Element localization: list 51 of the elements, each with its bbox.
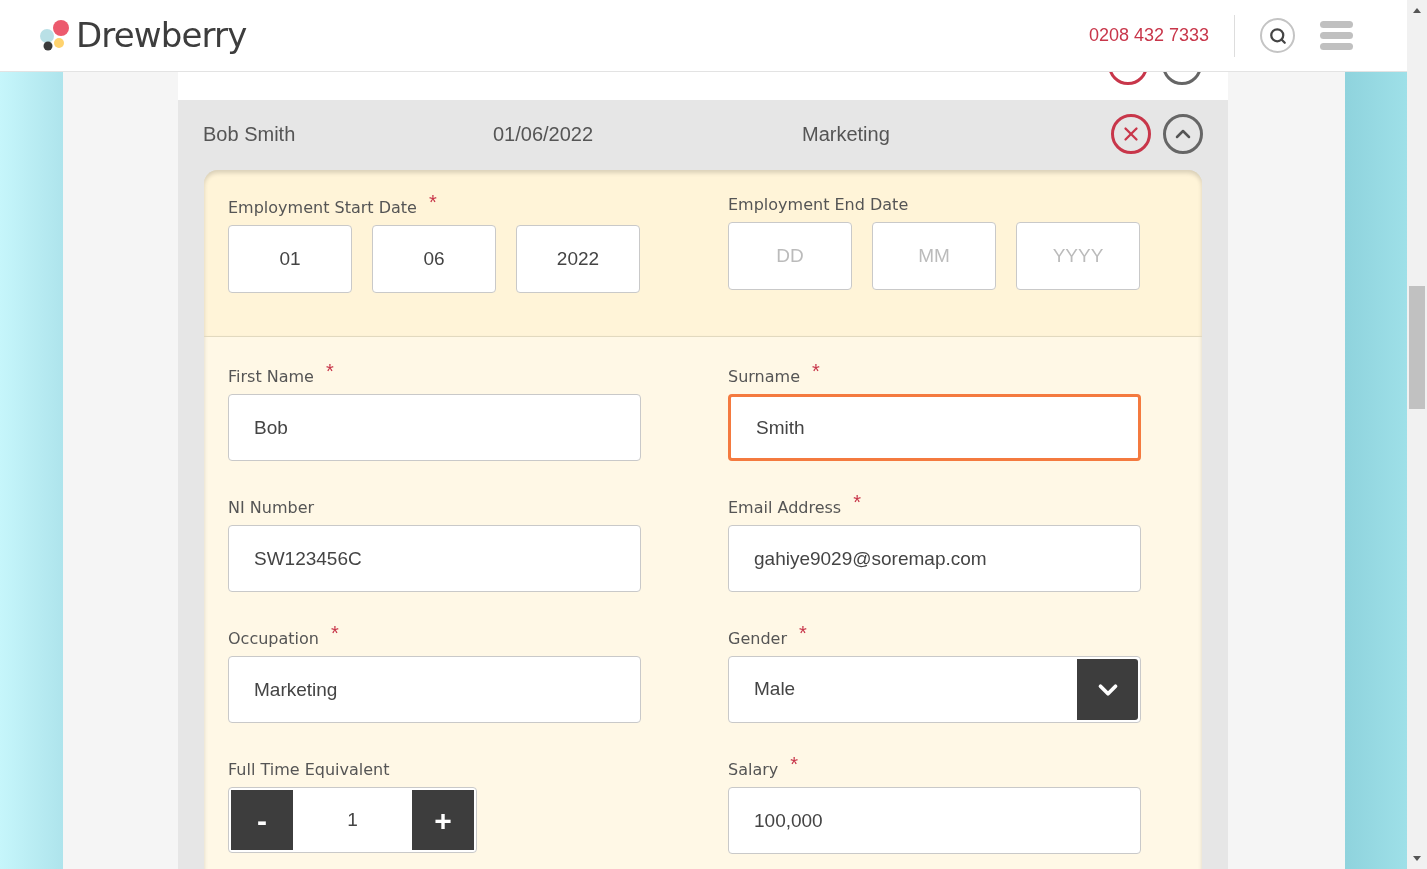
field-label: First Name <box>228 366 314 388</box>
scrollbar[interactable] <box>1407 0 1427 869</box>
field-label: Occupation <box>228 628 319 650</box>
text-field[interactable]: Smith <box>728 394 1141 461</box>
required-asterisk: * <box>428 192 437 212</box>
field-label: Gender <box>728 628 787 650</box>
date-part-field[interactable]: 06 <box>372 225 496 293</box>
logo-dots-icon <box>39 19 70 52</box>
increment-button[interactable]: + <box>412 790 474 850</box>
field-label: Surname <box>728 366 800 388</box>
number-stepper[interactable]: - 1 + <box>228 787 477 853</box>
employee-row[interactable]: Bob Smith 01/06/2022 Marketing <box>178 100 1228 168</box>
scrollbar-thumb[interactable] <box>1409 286 1425 409</box>
logo-wordmark: Drewberry <box>76 14 247 57</box>
field-label: Employment End Date <box>728 194 909 216</box>
field-label: Email Address <box>728 497 842 519</box>
collapse-button[interactable] <box>1163 114 1203 154</box>
employee-department: Marketing <box>802 122 890 147</box>
field-label: Full Time Equivalent <box>228 759 390 781</box>
scroll-up-icon[interactable] <box>1413 8 1421 13</box>
employee-name: Bob Smith <box>203 122 297 147</box>
required-asterisk: * <box>325 361 334 381</box>
date-part-field[interactable]: DD <box>728 222 852 290</box>
text-field[interactable]: gahiye9029@soremap.com <box>728 525 1141 592</box>
dropdown-button[interactable] <box>1077 659 1138 720</box>
stepper-value: 1 <box>346 807 359 832</box>
date-part-field[interactable]: 01 <box>228 225 352 293</box>
phone-link[interactable]: 0208 432 7333 <box>1088 22 1209 49</box>
remove-button[interactable] <box>1111 114 1151 154</box>
text-field[interactable]: Bob <box>228 394 641 461</box>
search-button[interactable] <box>1260 18 1295 53</box>
text-field[interactable]: Marketing <box>228 656 641 723</box>
date-part-field[interactable]: 2022 <box>516 225 640 293</box>
required-asterisk: * <box>790 754 799 774</box>
date-part-field[interactable]: YYYY <box>1016 222 1140 290</box>
field-label: Salary <box>728 759 779 781</box>
gender-select[interactable]: Male <box>728 656 1141 723</box>
decrement-button[interactable]: - <box>231 790 293 850</box>
required-asterisk: * <box>798 623 807 643</box>
required-asterisk: * <box>811 361 820 381</box>
date-part-field[interactable]: MM <box>872 222 996 290</box>
field-label: NI Number <box>228 497 315 519</box>
scroll-down-icon[interactable] <box>1413 856 1421 861</box>
field-label: Employment Start Date <box>228 197 417 219</box>
select-value: Male <box>754 677 796 702</box>
employee-date: 01/06/2022 <box>493 122 595 147</box>
text-field[interactable]: SW123456C <box>228 525 641 592</box>
search-icon <box>1268 26 1287 45</box>
required-asterisk: * <box>330 623 339 643</box>
text-field[interactable]: 100,000 <box>728 787 1141 854</box>
required-asterisk: * <box>853 492 861 512</box>
